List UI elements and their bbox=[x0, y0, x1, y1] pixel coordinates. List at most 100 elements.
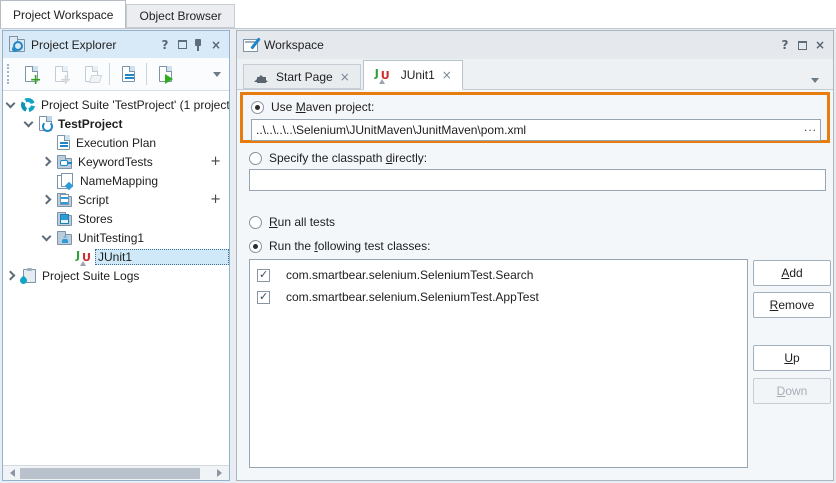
browse-button[interactable]: ... bbox=[804, 120, 817, 134]
help-icon[interactable]: ? bbox=[158, 38, 172, 52]
chevron-spacer bbox=[43, 139, 50, 146]
icon-accent bbox=[80, 258, 86, 266]
tree-item-project-suite[interactable]: Project Suite 'TestProject' (1 project) bbox=[3, 95, 229, 114]
run-project-button[interactable] bbox=[151, 60, 179, 88]
add-button[interactable]: Add bbox=[753, 260, 831, 286]
tree-item-unittesting1[interactable]: UnitTesting1 bbox=[3, 228, 229, 247]
close-icon[interactable]: × bbox=[209, 38, 223, 52]
help-icon[interactable]: ? bbox=[778, 38, 792, 52]
chevron-expanded-icon[interactable] bbox=[24, 117, 34, 127]
execution-plan-icon bbox=[57, 135, 70, 150]
tree-item-project-suite-logs[interactable]: Project Suite Logs bbox=[3, 266, 229, 285]
stores-folder-icon bbox=[57, 215, 72, 226]
classpath-radio-row[interactable]: Specify the classpath directly: bbox=[249, 151, 427, 165]
chevron-expanded-icon[interactable] bbox=[42, 231, 52, 241]
close-tab-icon[interactable]: × bbox=[442, 68, 452, 82]
tab-label: Start Page bbox=[276, 70, 333, 84]
tab-junit1[interactable]: JUnit1 × bbox=[363, 60, 463, 90]
maximize-icon[interactable] bbox=[178, 40, 187, 49]
tab-label: Object Browser bbox=[139, 9, 221, 23]
toolbar-grip-handle[interactable] bbox=[7, 64, 11, 84]
checkbox-checked-icon[interactable] bbox=[257, 291, 270, 304]
down-button[interactable]: Down bbox=[753, 378, 831, 404]
tab-start-page[interactable]: Start Page × bbox=[243, 64, 361, 89]
chevron-collapsed-icon[interactable] bbox=[6, 271, 16, 281]
run-following-radio-row[interactable]: Run the following test classes: bbox=[249, 239, 430, 253]
name-mapping-icon bbox=[57, 173, 74, 189]
add-project-button[interactable] bbox=[17, 60, 45, 88]
horizontal-scrollbar[interactable] bbox=[3, 465, 229, 480]
maven-path-input[interactable] bbox=[251, 119, 821, 141]
radio-label[interactable]: Run all tests bbox=[269, 215, 335, 229]
tree-item-label[interactable]: Project Suite 'TestProject' (1 project) bbox=[38, 97, 229, 113]
close-icon[interactable]: × bbox=[813, 38, 827, 52]
tree-item-label[interactable]: Execution Plan bbox=[73, 135, 159, 151]
tree-item-label[interactable]: KeywordTests bbox=[75, 154, 156, 170]
main-tab-bar: Project Workspace Object Browser bbox=[0, 0, 836, 28]
tree-item-execution-plan[interactable]: Execution Plan bbox=[3, 133, 229, 152]
radio-label[interactable]: Specify the classpath directly: bbox=[269, 151, 427, 165]
tree-item-keywordtests[interactable]: KeywordTests + bbox=[3, 152, 229, 171]
button-label: Add bbox=[781, 266, 802, 280]
radio-unselected-icon[interactable] bbox=[249, 152, 262, 165]
scroll-left-icon[interactable] bbox=[6, 469, 15, 477]
dock-area: Project Explorer ? × Project Suite 'Test… bbox=[0, 28, 836, 483]
tree-item-namemapping[interactable]: NameMapping bbox=[3, 171, 229, 190]
button-label: Down bbox=[777, 384, 808, 398]
test-class-label[interactable]: com.smartbear.selenium.SeleniumTest.Sear… bbox=[286, 268, 533, 282]
icon-accent bbox=[65, 181, 73, 189]
tree-item-testproject[interactable]: TestProject bbox=[3, 114, 229, 133]
scroll-right-icon[interactable] bbox=[217, 469, 226, 477]
tree-item-label[interactable]: Project Suite Logs bbox=[39, 268, 142, 284]
radio-selected-icon[interactable] bbox=[251, 101, 264, 114]
toolbar-options-dropdown-icon[interactable] bbox=[213, 72, 221, 81]
chevron-collapsed-icon[interactable] bbox=[42, 195, 52, 205]
tree-item-stores[interactable]: Stores bbox=[3, 209, 229, 228]
list-item[interactable]: com.smartbear.selenium.SeleniumTest.AppT… bbox=[250, 286, 747, 308]
chevron-expanded-icon[interactable] bbox=[6, 98, 16, 108]
panel-title: Workspace bbox=[264, 38, 772, 52]
tree-item-script[interactable]: Script + bbox=[3, 190, 229, 209]
add-item-affordance[interactable]: + bbox=[210, 154, 229, 169]
test-classes-list[interactable]: com.smartbear.selenium.SeleniumTest.Sear… bbox=[249, 259, 748, 468]
add-item-affordance[interactable]: + bbox=[210, 192, 229, 207]
tree-item-label[interactable]: UnitTesting1 bbox=[75, 230, 147, 246]
tree-item-label[interactable]: Stores bbox=[75, 211, 116, 227]
up-button[interactable]: Up bbox=[753, 345, 831, 371]
project-suite-icon bbox=[21, 98, 35, 112]
chevron-spacer bbox=[43, 177, 50, 184]
add-test-item-button[interactable] bbox=[47, 60, 75, 88]
test-class-label[interactable]: com.smartbear.selenium.SeleniumTest.AppT… bbox=[286, 290, 539, 304]
close-tab-icon[interactable]: × bbox=[340, 70, 350, 84]
open-file-button[interactable] bbox=[77, 60, 105, 88]
execution-order-button[interactable] bbox=[114, 60, 142, 88]
tab-object-browser[interactable]: Object Browser bbox=[126, 4, 234, 28]
tree-item-label[interactable]: JUnit1 bbox=[95, 249, 229, 265]
tree-item-label[interactable]: NameMapping bbox=[77, 173, 161, 189]
junit-icon bbox=[75, 249, 92, 265]
radio-selected-icon[interactable] bbox=[249, 240, 262, 253]
maximize-icon[interactable] bbox=[798, 41, 807, 50]
toolbar-separator bbox=[146, 63, 147, 85]
tab-list-dropdown-icon[interactable] bbox=[811, 78, 819, 87]
run-all-radio-row[interactable]: Run all tests bbox=[249, 215, 335, 229]
tree-item-label[interactable]: TestProject bbox=[55, 116, 125, 132]
radio-label[interactable]: Run the following test classes: bbox=[269, 239, 430, 253]
scrollbar-thumb[interactable] bbox=[20, 468, 200, 479]
pin-icon[interactable] bbox=[193, 38, 203, 52]
chevron-collapsed-icon[interactable] bbox=[42, 157, 52, 167]
tab-project-workspace[interactable]: Project Workspace bbox=[0, 0, 126, 28]
junit-icon bbox=[374, 67, 391, 83]
classpath-input[interactable] bbox=[249, 169, 826, 191]
icon-accent bbox=[379, 76, 385, 84]
checkbox-checked-icon[interactable] bbox=[257, 269, 270, 282]
list-item[interactable]: com.smartbear.selenium.SeleniumTest.Sear… bbox=[250, 264, 747, 286]
button-label: Up bbox=[784, 351, 799, 365]
tree-item-junit1[interactable]: JUnit1 bbox=[3, 247, 229, 266]
unit-testing-folder-icon bbox=[57, 234, 72, 245]
radio-label[interactable]: Use Maven project: bbox=[271, 100, 374, 114]
remove-button[interactable]: Remove bbox=[753, 292, 831, 318]
use-maven-radio-row[interactable]: Use Maven project: bbox=[251, 100, 374, 114]
radio-unselected-icon[interactable] bbox=[249, 216, 262, 229]
tree-item-label[interactable]: Script bbox=[75, 192, 112, 208]
